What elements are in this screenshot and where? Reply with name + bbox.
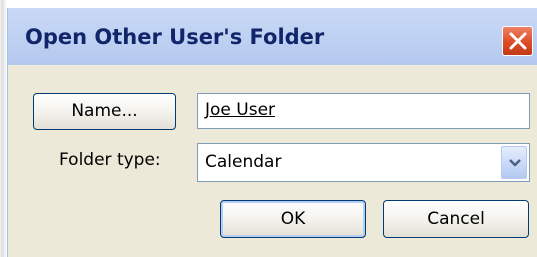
folder-type-value: Calendar — [205, 152, 282, 172]
dialog-title: Open Other User's Folder — [25, 25, 325, 49]
folder-type-dropdown-button[interactable] — [501, 146, 527, 179]
folder-type-select[interactable]: Calendar — [197, 143, 530, 182]
name-field[interactable]: Joe User — [197, 93, 530, 129]
folder-type-label: Folder type: — [59, 150, 161, 170]
screen: Open Other User's Folder Name... Joe Use… — [0, 0, 537, 257]
name-button[interactable]: Name... — [33, 93, 176, 130]
close-icon — [509, 32, 527, 50]
background-edge — [0, 0, 7, 257]
name-field-value: Joe User — [205, 100, 276, 120]
cancel-button[interactable]: Cancel — [383, 200, 529, 238]
title-bar[interactable]: Open Other User's Folder — [8, 8, 537, 65]
dialog-body: Name... Joe User Folder type: Calendar O… — [8, 65, 537, 257]
ok-button[interactable]: OK — [220, 200, 366, 238]
chevron-down-icon — [509, 159, 521, 167]
close-button[interactable] — [502, 26, 533, 56]
open-other-users-folder-dialog: Open Other User's Folder Name... Joe Use… — [7, 8, 537, 257]
